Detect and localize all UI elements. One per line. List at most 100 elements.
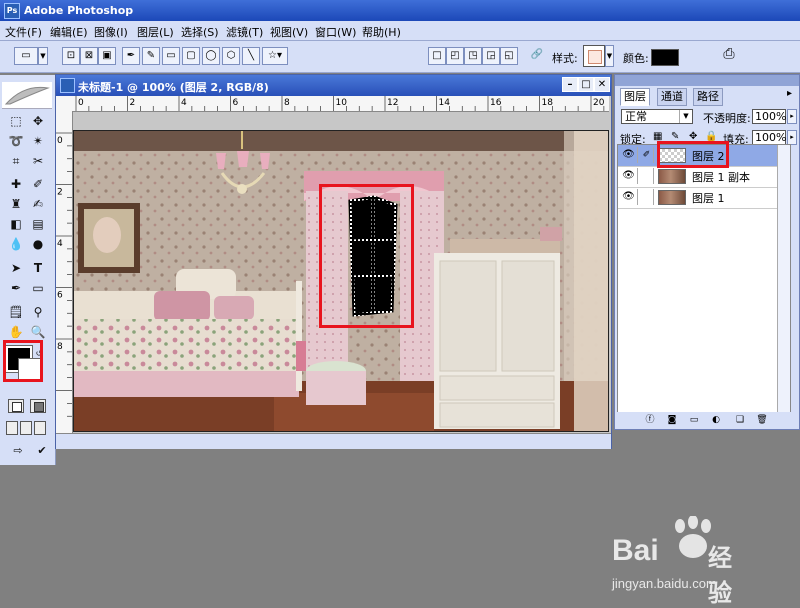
trash-icon[interactable]: 🗑	[755, 414, 769, 427]
type-tool-icon[interactable]: T	[28, 259, 48, 277]
pen-tool-icon-box[interactable]: ✒	[6, 279, 26, 297]
menu-image[interactable]: 图像(I)	[94, 24, 128, 40]
eye-icon[interactable]: 👁	[620, 147, 638, 163]
document-titlebar[interactable]: 未标题-1 @ 100% (图层 2, RGB/8) – □ ✕	[56, 75, 611, 96]
fill-arrow[interactable]: ▸	[787, 130, 797, 145]
background-color-swatch[interactable]	[18, 358, 42, 382]
layer-row[interactable]: 👁 ✐ 图层 2	[618, 145, 790, 167]
lock-position-icon[interactable]: ✥	[689, 131, 697, 142]
dodge-tool-icon[interactable]: ●	[28, 235, 48, 253]
panel-grip[interactable]	[615, 75, 799, 86]
menu-file[interactable]: 文件(F)	[5, 24, 42, 40]
marquee-tool-icon[interactable]: ⬚	[6, 112, 26, 130]
image-canvas[interactable]	[73, 130, 609, 432]
eye-icon[interactable]: 👁	[620, 189, 638, 205]
menu-select[interactable]: 选择(S)	[181, 24, 219, 40]
tab-paths[interactable]: 路径	[693, 88, 723, 106]
fill-pixels-icon[interactable]: ▣	[98, 47, 116, 65]
close-button[interactable]: ✕	[594, 77, 610, 92]
zoom-tool-icon[interactable]: 🔍	[28, 323, 48, 341]
standard-mode-icon[interactable]	[8, 399, 24, 413]
tab-channels[interactable]: 通道	[657, 88, 687, 106]
tool-preset-button[interactable]: ▭	[14, 47, 38, 65]
screen-mode-full-icon[interactable]	[34, 421, 46, 435]
brush-tool-icon[interactable]: ✐	[28, 175, 48, 193]
line-shape-icon[interactable]: ╲	[242, 47, 260, 65]
layer-name[interactable]: 图层 1 副本	[692, 169, 750, 185]
brush-icon[interactable]: ✐	[640, 147, 654, 163]
menu-view[interactable]: 视图(V)	[270, 24, 308, 40]
layer-row[interactable]: 👁 图层 1	[618, 187, 790, 209]
freeform-pen-icon[interactable]: ✎	[142, 47, 160, 65]
history-brush-icon[interactable]: ✍	[28, 195, 48, 213]
screen-mode-standard-icon[interactable]	[6, 421, 18, 435]
adobe-feather-icon[interactable]	[2, 82, 52, 109]
tool-preset-dropdown[interactable]: ▼	[38, 47, 48, 65]
link-slot[interactable]	[640, 189, 654, 205]
layer-style-icon[interactable]: ⓕ	[643, 414, 657, 427]
clone-stamp-icon[interactable]: ♜	[6, 195, 26, 213]
minimize-button[interactable]: –	[562, 77, 578, 92]
add-shape-area-icon[interactable]: ◰	[446, 47, 464, 65]
layer-name[interactable]: 图层 1	[692, 190, 725, 206]
move-tool-icon[interactable]: ✥	[28, 112, 48, 130]
eye-icon[interactable]: 👁	[620, 168, 638, 184]
hand-tool-icon[interactable]: ✋	[6, 323, 26, 341]
new-layer-icon[interactable]: ❑	[733, 414, 747, 427]
shape-layers-icon[interactable]: ⊡	[62, 47, 80, 65]
opacity-input[interactable]: 100%	[752, 109, 786, 124]
fill-input[interactable]: 100%	[752, 130, 786, 145]
link-slot[interactable]	[640, 168, 654, 184]
maximize-button[interactable]: □	[578, 77, 594, 92]
edit-check-icon[interactable]: ✔	[32, 442, 52, 460]
intersect-shape-icon[interactable]: ◲	[482, 47, 500, 65]
paths-icon[interactable]: ⊠	[80, 47, 98, 65]
lasso-tool-icon[interactable]: ➰	[6, 132, 26, 150]
layers-scrollbar[interactable]	[777, 145, 790, 413]
style-dropdown-arrow[interactable]: ▼	[605, 45, 614, 67]
custom-shape-icon[interactable]: ☆▾	[262, 47, 288, 65]
horizontal-ruler[interactable]: 0 2 4 6 8 10 12 14 16 18 20	[72, 96, 609, 112]
gradient-tool-icon[interactable]: ▤	[28, 215, 48, 233]
rectangle-shape-icon[interactable]: ▭	[162, 47, 180, 65]
rectangle-tool-icon[interactable]: ▭	[28, 279, 48, 297]
tab-layers[interactable]: 图层	[620, 88, 650, 106]
crop-tool-icon[interactable]: ⌗	[6, 152, 26, 170]
path-selection-icon[interactable]: ➤	[6, 259, 26, 277]
menu-filter[interactable]: 滤镜(T)	[226, 24, 263, 40]
notes-tool-icon[interactable]: 🗒	[6, 303, 26, 321]
subtract-shape-icon[interactable]: ◳	[464, 47, 482, 65]
ellipse-shape-icon[interactable]: ◯	[202, 47, 220, 65]
exclude-shape-icon[interactable]: ◱	[500, 47, 518, 65]
adjustment-layer-icon[interactable]: ◐	[709, 414, 723, 427]
menu-edit[interactable]: 编辑(E)	[50, 24, 88, 40]
blend-mode-select[interactable]: 正常 ▼	[621, 109, 693, 124]
style-picker[interactable]	[583, 45, 605, 67]
menu-help[interactable]: 帮助(H)	[362, 24, 401, 40]
opacity-arrow[interactable]: ▸	[787, 109, 797, 124]
eraser-tool-icon[interactable]: ◧	[6, 215, 26, 233]
healing-brush-icon[interactable]: ✚	[6, 175, 26, 193]
vertical-ruler[interactable]: 0 2 4 6 8	[56, 111, 73, 446]
lock-all-icon[interactable]: 🔒	[705, 131, 717, 142]
new-set-icon[interactable]: ▭	[687, 414, 701, 427]
menu-layer[interactable]: 图层(L)	[137, 24, 174, 40]
quick-mask-icon[interactable]	[30, 399, 46, 413]
panel-menu-icon[interactable]: ▸	[787, 88, 792, 99]
lock-transparency-icon[interactable]: ▦	[653, 131, 662, 142]
pen-tool-icon[interactable]: ✒	[122, 47, 140, 65]
layer-mask-icon[interactable]: ◙	[665, 414, 679, 427]
eyedropper-icon[interactable]: ⚲	[28, 303, 48, 321]
ruler-origin[interactable]	[56, 96, 73, 112]
create-new-shape-icon[interactable]: □	[428, 47, 446, 65]
rounded-rectangle-icon[interactable]: ▢	[182, 47, 200, 65]
jump-to-imageready-icon[interactable]: ⇨	[6, 442, 30, 460]
screen-mode-menu-icon[interactable]	[20, 421, 32, 435]
layer-name[interactable]: 图层 2	[692, 148, 725, 164]
magic-wand-icon[interactable]: ✴	[28, 132, 48, 150]
layer-row[interactable]: 👁 图层 1 副本	[618, 166, 790, 188]
blur-tool-icon[interactable]: 💧	[6, 235, 26, 253]
shape-color-swatch[interactable]	[651, 49, 679, 66]
link-icon[interactable]: 🔗	[528, 47, 546, 65]
menu-window[interactable]: 窗口(W)	[315, 24, 356, 40]
